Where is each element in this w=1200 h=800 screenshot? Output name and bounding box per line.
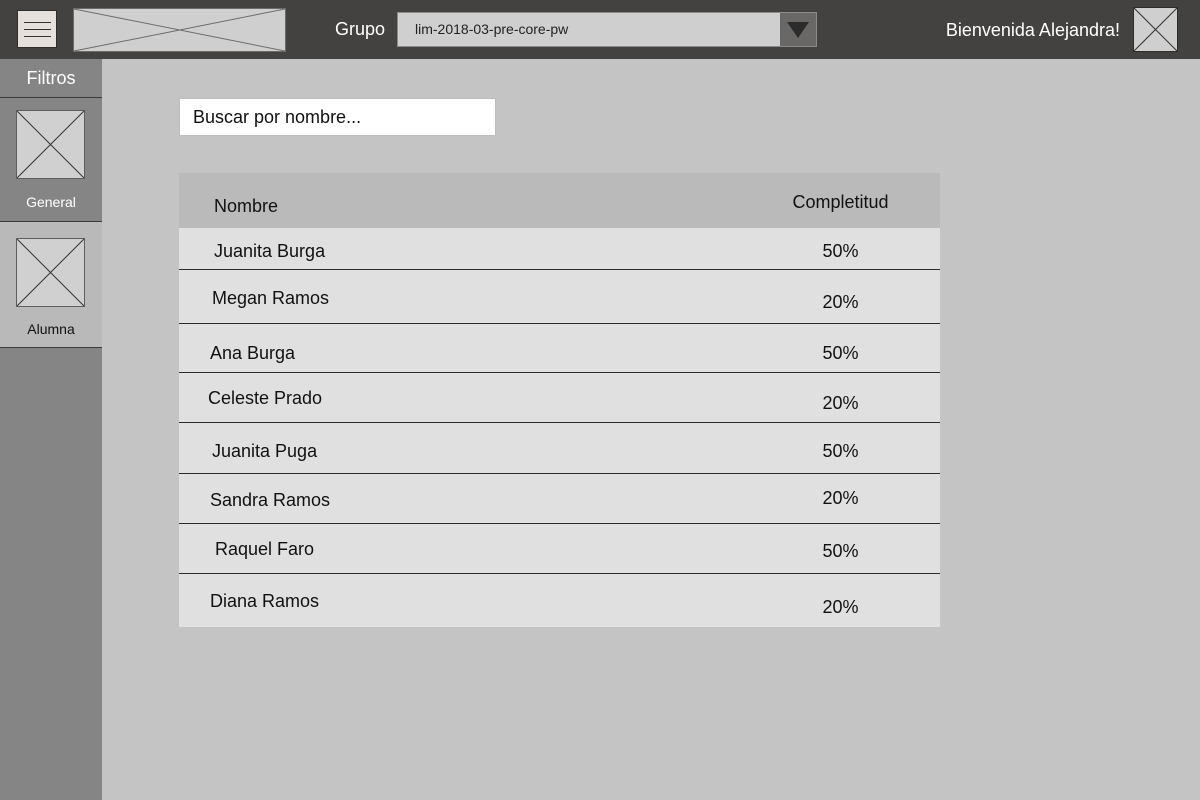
column-header-name[interactable]: Nombre (214, 196, 278, 217)
table-header: Nombre Completitud (179, 173, 940, 228)
sidebar-title: Filtros (0, 59, 102, 98)
group-select[interactable]: lim-2018-03-pre-core-pw (397, 12, 817, 47)
hamburger-menu-button[interactable] (17, 10, 57, 48)
student-name: Diana Ramos (210, 591, 320, 611)
student-name: Ana Burga (210, 343, 296, 363)
table-row[interactable]: Ana Burga 50% (179, 324, 940, 373)
student-completion: 20% (822, 597, 859, 617)
group-label: Grupo (335, 19, 386, 39)
chevron-down-icon[interactable] (780, 13, 816, 46)
sidebar-item-label: Alumna (27, 321, 75, 337)
logo-image-placeholder-icon (73, 8, 286, 52)
student-name: Megan Ramos (212, 288, 330, 308)
app-page: Grupo lim-2018-03-pre-core-pw Bienvenida… (0, 0, 1200, 800)
student-completion: 50% (822, 241, 859, 261)
student-name: Sandra Ramos (210, 490, 331, 510)
student-completion: 50% (822, 441, 859, 461)
hamburger-line (24, 36, 51, 37)
sidebar-item-label: General (26, 194, 76, 210)
search-input[interactable] (179, 98, 496, 136)
hamburger-line (24, 29, 51, 30)
student-completion: 20% (822, 292, 859, 312)
hamburger-line (24, 22, 51, 23)
table-row[interactable]: Diana Ramos 20% (179, 574, 940, 627)
table-row[interactable]: Megan Ramos 20% (179, 270, 940, 324)
student-name: Juanita Puga (212, 441, 318, 461)
image-placeholder-icon (16, 110, 85, 179)
student-completion: 50% (822, 541, 859, 561)
group-select-value: lim-2018-03-pre-core-pw (415, 21, 569, 37)
student-name: Raquel Faro (215, 539, 315, 559)
table-row[interactable]: Juanita Burga 50% (179, 228, 940, 270)
student-completion: 20% (822, 488, 859, 508)
image-placeholder-icon (16, 238, 85, 307)
table-row[interactable]: Sandra Ramos 20% (179, 474, 940, 524)
sidebar-item-alumna[interactable]: Alumna (0, 222, 102, 348)
student-name: Juanita Burga (214, 241, 326, 261)
table-row[interactable]: Celeste Prado 20% (179, 373, 940, 423)
students-table: Nombre Completitud Juanita Burga 50% Meg… (179, 173, 940, 627)
student-completion: 50% (822, 343, 859, 363)
table-row[interactable]: Juanita Puga 50% (179, 423, 940, 474)
table-row[interactable]: Raquel Faro 50% (179, 524, 940, 574)
filters-sidebar: Filtros General Alumna (0, 59, 102, 800)
column-header-completion[interactable]: Completitud (741, 192, 940, 213)
student-name: Celeste Prado (208, 388, 323, 408)
top-bar: Grupo lim-2018-03-pre-core-pw Bienvenida… (0, 0, 1200, 59)
sidebar-item-general[interactable]: General (0, 98, 102, 222)
avatar-image-placeholder-icon[interactable] (1133, 7, 1178, 52)
welcome-message: Bienvenida Alejandra! (945, 20, 1120, 40)
student-completion: 20% (822, 393, 859, 413)
